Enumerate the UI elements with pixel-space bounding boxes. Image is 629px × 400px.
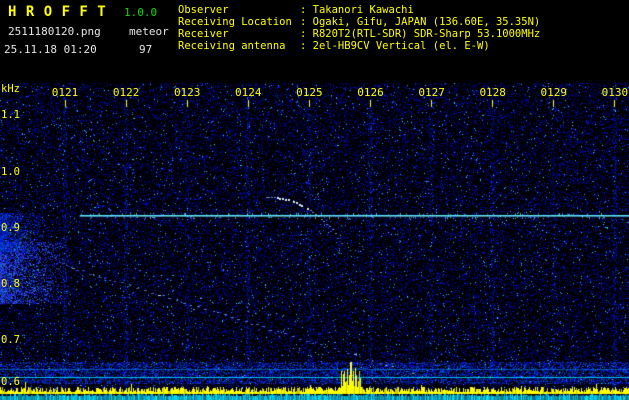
x-tick-0130: 0130 xyxy=(601,86,629,99)
info-value-1: : Ogaki, Gifu, JAPAN (136.60E, 35.35N) xyxy=(300,16,541,28)
output-filename: 2511180120.png xyxy=(8,25,101,38)
x-tick-0129: 0129 xyxy=(540,86,568,99)
spectrogram-canvas xyxy=(0,83,629,400)
x-tick-0125: 0125 xyxy=(296,86,323,99)
app-version: 1.0.0 xyxy=(124,6,158,19)
x-tick-0127: 0127 xyxy=(418,86,445,99)
station-info: Observer : Takanori Kawachi Receiving Loca… xyxy=(178,4,540,52)
y-tick-0.8: 0.8 xyxy=(1,278,20,290)
y-tick-0.6: 0.6 xyxy=(1,376,20,388)
app-title: H R O F F T xyxy=(8,4,107,20)
info-label-1: Receiving Location xyxy=(178,16,292,28)
y-tick-0.9: 0.9 xyxy=(1,222,20,234)
y-tick-0.7: 0.7 xyxy=(1,334,20,346)
x-tick-0124: 0124 xyxy=(235,86,262,99)
hrofft-window: H R O F F T 1.0.0 2511180120.png meteor … xyxy=(0,0,629,400)
info-label-2: Receiver xyxy=(178,28,229,40)
x-tick-0121: 0121 xyxy=(51,86,79,99)
y-axis-unit-label: kHz xyxy=(1,83,20,95)
y-tick-1.1: 1.1 xyxy=(1,109,20,121)
x-tick-0123: 0123 xyxy=(173,86,201,99)
header-left: H R O F F T 1.0.0 2511180120.png meteor … xyxy=(0,0,176,83)
echo-count: 97 xyxy=(139,43,153,56)
info-value-3: : 2el-HB9CV Vertical (el. E-W) xyxy=(300,40,490,52)
x-tick-0126: 0126 xyxy=(357,86,384,99)
mode-label: meteor xyxy=(129,25,169,38)
x-tick-0128: 0128 xyxy=(479,86,506,99)
info-label-3: Receiving antenna xyxy=(178,40,286,52)
x-tick-0122: 0122 xyxy=(112,86,140,99)
info-value-0: : Takanori Kawachi xyxy=(300,4,414,16)
info-value-2: : R820T2(RTL-SDR) SDR-Sharp 53.1000MHz xyxy=(300,28,541,40)
info-label-0: Observer xyxy=(178,4,229,16)
observation-timestamp: 25.11.18 01:20 xyxy=(4,43,97,56)
y-tick-1.0: 1.0 xyxy=(1,166,20,178)
